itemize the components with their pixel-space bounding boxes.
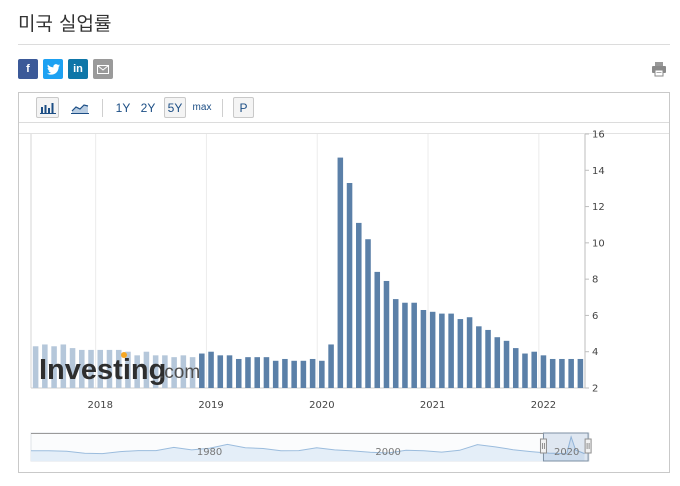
bar [392, 299, 399, 388]
facebook-share-button[interactable]: f [18, 59, 38, 79]
watermark-suffix: .com [159, 362, 200, 383]
bar [512, 348, 519, 388]
bar [383, 280, 390, 388]
bar [309, 358, 316, 388]
bar [411, 302, 417, 388]
x-tick-label: 2022 [531, 400, 556, 411]
y-tick-label: 14 [592, 166, 605, 177]
bar [291, 360, 297, 388]
watermark-dot [121, 352, 127, 358]
bar [568, 358, 574, 388]
y-tick-label: 16 [592, 130, 605, 141]
linkedin-icon: in [73, 63, 83, 75]
navigator-handle[interactable] [584, 438, 592, 454]
bar [494, 337, 501, 388]
bar [531, 351, 537, 388]
bar [282, 358, 288, 388]
bar [540, 355, 547, 388]
bar [559, 358, 565, 388]
watermark-brand: Investing [39, 354, 166, 386]
bar [374, 271, 381, 388]
twitter-icon [46, 63, 60, 75]
bar [466, 317, 473, 388]
facebook-icon: f [26, 63, 30, 75]
bar [226, 355, 233, 388]
y-tick-label: 10 [592, 238, 605, 249]
navigator-label: 2020 [554, 447, 579, 458]
bar [549, 358, 556, 388]
y-tick-label: 4 [592, 347, 598, 358]
y-tick-label: 2 [592, 384, 598, 395]
navigator-handle[interactable] [539, 438, 547, 454]
y-tick-label: 6 [592, 311, 598, 322]
bar [429, 311, 436, 388]
linkedin-share-button[interactable]: in [68, 59, 88, 79]
bar [272, 360, 279, 388]
bar [522, 353, 528, 388]
bar [337, 157, 344, 388]
bar [32, 346, 39, 388]
bar [457, 319, 464, 388]
y-tick-label: 12 [592, 202, 605, 213]
bar [365, 239, 371, 388]
bar [254, 357, 260, 388]
bar [402, 302, 408, 388]
bar [263, 357, 270, 388]
navigator-label: 1980 [197, 447, 222, 458]
bar [235, 358, 242, 388]
bar [300, 360, 307, 388]
bar [245, 357, 251, 388]
bar [439, 313, 445, 388]
navigator-label: 2000 [375, 447, 400, 458]
print-icon[interactable] [651, 61, 667, 77]
bar [319, 360, 325, 388]
bar [420, 309, 427, 388]
unemployment-chart: 2 4 6 8 10 12 14 16 2018 2019 2020 2021 2022 Investin… [19, 130, 669, 462]
title-divider [18, 44, 670, 45]
bar [217, 355, 224, 388]
bar [356, 222, 362, 388]
y-tick-label: 8 [592, 275, 598, 286]
bar [346, 182, 353, 388]
page-title: 미국 실업률 [18, 13, 112, 35]
bar [328, 344, 334, 388]
twitter-share-button[interactable] [43, 59, 63, 79]
bar [503, 340, 510, 388]
bar [448, 313, 454, 388]
bar [577, 358, 584, 388]
x-tick-label: 2018 [88, 400, 113, 411]
bar [208, 351, 214, 388]
chart-widget: 1Y 2Y 5Y max P 2 4 6 8 10 12 14 16 2018 2019 2020 2… [18, 92, 670, 473]
x-tick-label: 2020 [309, 400, 334, 411]
x-tick-label: 2021 [420, 400, 445, 411]
email-share-button[interactable] [93, 59, 113, 79]
bar [476, 326, 482, 388]
x-tick-label: 2019 [198, 400, 223, 411]
envelope-icon [97, 64, 109, 74]
bar [485, 329, 491, 388]
